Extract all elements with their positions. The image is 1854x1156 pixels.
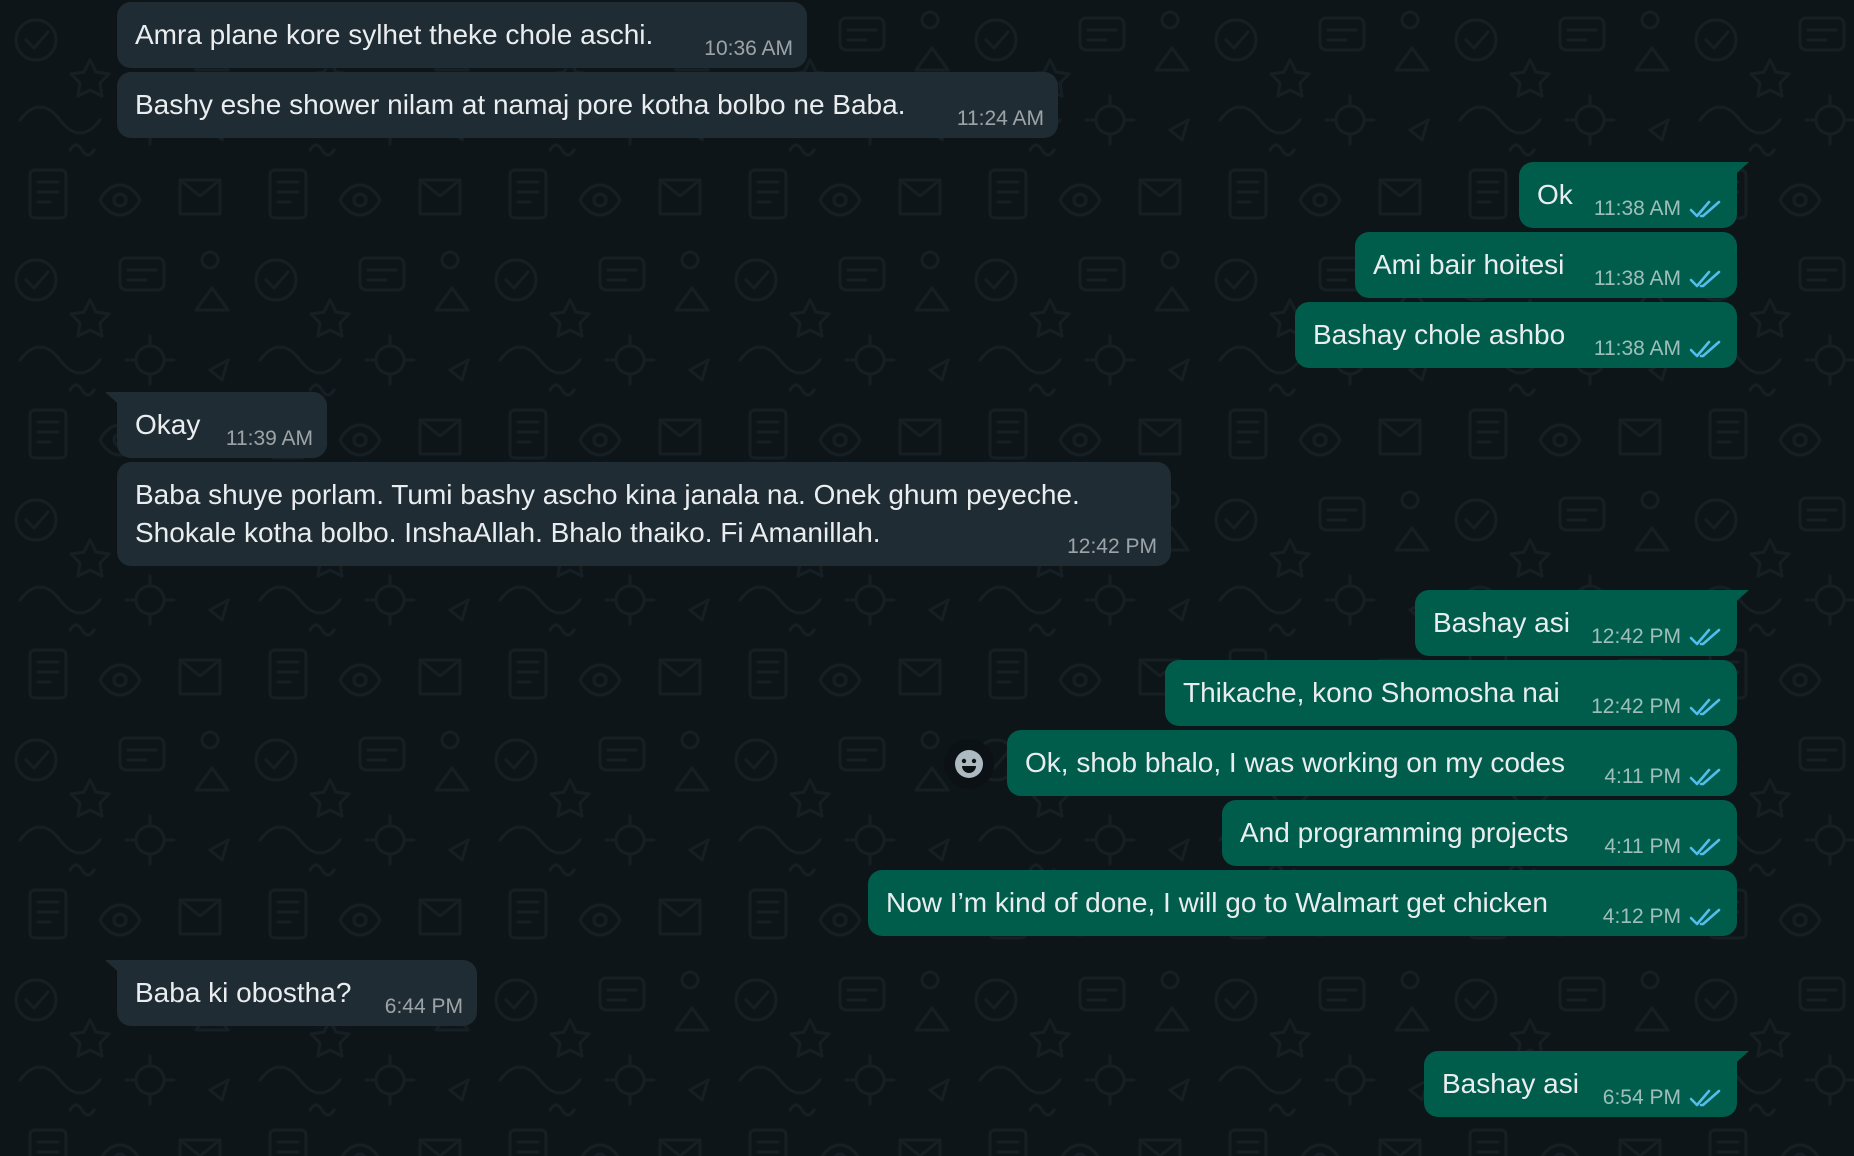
message-timestamp: 4:12 PM — [1603, 904, 1723, 930]
message-timestamp: 11:24 AM — [957, 106, 1044, 132]
bubble-tail — [1729, 162, 1749, 180]
chat-panel: Amra plane kore sylhet theke chole aschi… — [0, 0, 1854, 1156]
message-bubble-outgoing[interactable]: Ok 11:38 AM — [1519, 162, 1749, 228]
message-text: Okay — [135, 409, 201, 440]
message-time: 12:42 PM — [1591, 625, 1681, 648]
react-button[interactable] — [944, 739, 994, 789]
message-timestamp: 6:44 PM — [385, 994, 463, 1020]
message-text: Ok, shob bhalo, I was working on my code… — [1025, 747, 1566, 778]
bubble-tail — [1729, 1051, 1749, 1069]
message-time: 12:42 PM — [1591, 695, 1681, 718]
bubble-tail — [105, 392, 125, 410]
message-timestamp: 11:38 AM — [1594, 196, 1723, 222]
message-timestamp: 11:39 AM — [226, 426, 313, 452]
message-timestamp: 11:38 AM — [1594, 266, 1723, 292]
message-time: 11:38 AM — [1593, 337, 1681, 360]
message-timestamp: 10:36 AM — [704, 36, 793, 62]
message-time: 6:44 PM — [384, 995, 463, 1018]
message-time: 4:12 PM — [1602, 905, 1681, 928]
message-text: Bashay asi — [1442, 1068, 1579, 1099]
message-time: 11:24 AM — [956, 107, 1044, 130]
message-text: Thikache, kono Shomosha nai — [1183, 677, 1560, 708]
message-timestamp: 12:42 PM — [1591, 694, 1723, 720]
double-check-icon — [1689, 628, 1721, 646]
smiley-icon — [955, 750, 983, 778]
message-bubble-outgoing[interactable]: Bashay asi 6:54 PM — [1424, 1051, 1749, 1117]
double-check-icon — [1689, 270, 1721, 288]
double-check-icon — [1689, 340, 1721, 358]
message-text: Bashay chole ashbo — [1313, 319, 1566, 350]
message-bubble-outgoing[interactable]: Bashay chole ashbo 11:38 AM — [1295, 302, 1737, 368]
message-bubble-incoming[interactable]: Amra plane kore sylhet theke chole aschi… — [117, 2, 807, 68]
message-text: Baba ki obostha? — [135, 977, 352, 1008]
message-timestamp: 11:38 AM — [1594, 336, 1723, 362]
message-bubble-incoming[interactable]: Bashy eshe shower nilam at namaj pore ko… — [117, 72, 1058, 138]
message-bubble-incoming[interactable]: Baba shuye porlam. Tumi bashy ascho kina… — [117, 462, 1171, 566]
message-bubble-incoming[interactable]: Baba ki obostha? 6:44 PM — [105, 960, 477, 1026]
double-check-icon — [1689, 908, 1721, 926]
double-check-icon — [1689, 200, 1721, 218]
message-bubble-incoming[interactable]: Okay 11:39 AM — [105, 392, 327, 458]
message-text: Amra plane kore sylhet theke chole aschi… — [135, 19, 654, 50]
message-text: Ok — [1537, 179, 1573, 210]
message-bubble-outgoing[interactable]: Ami bair hoitesi 11:38 AM — [1355, 232, 1737, 298]
message-text: And programming projects — [1240, 817, 1569, 848]
message-time: 11:38 AM — [1593, 267, 1681, 290]
message-text: Ami bair hoitesi — [1373, 249, 1565, 280]
double-check-icon — [1689, 838, 1721, 856]
message-timestamp: 4:11 PM — [1604, 764, 1723, 790]
message-bubble-outgoing[interactable]: Bashay asi 12:42 PM — [1415, 590, 1749, 656]
double-check-icon — [1689, 698, 1721, 716]
message-time: 4:11 PM — [1604, 835, 1681, 858]
message-time: 11:38 AM — [1593, 197, 1681, 220]
message-bubble-outgoing[interactable]: Thikache, kono Shomosha nai 12:42 PM — [1165, 660, 1737, 726]
message-time: 11:39 AM — [225, 427, 313, 450]
message-bubble-outgoing[interactable]: Now I’m kind of done, I will go to Walma… — [868, 870, 1737, 936]
message-timestamp: 4:11 PM — [1604, 834, 1723, 860]
message-timestamp: 12:42 PM — [1067, 534, 1157, 560]
message-text-line-2: Shokale kotha bolbo. InshaAllah. Bhalo t… — [135, 517, 881, 548]
message-time: 6:54 PM — [1602, 1086, 1681, 1109]
message-bubble-outgoing[interactable]: And programming projects 4:11 PM — [1222, 800, 1737, 866]
message-time: 10:36 AM — [704, 37, 793, 60]
double-check-icon — [1689, 768, 1721, 786]
message-text: Now I’m kind of done, I will go to Walma… — [886, 887, 1548, 918]
message-bubble-outgoing[interactable]: Ok, shob bhalo, I was working on my code… — [1007, 730, 1737, 796]
bubble-tail — [105, 960, 125, 978]
message-time: 12:42 PM — [1067, 535, 1157, 558]
message-text: Bashy eshe shower nilam at namaj pore ko… — [135, 89, 906, 120]
double-check-icon — [1689, 1089, 1721, 1107]
message-timestamp: 12:42 PM — [1591, 624, 1723, 650]
bubble-tail — [1729, 590, 1749, 608]
message-text: Bashay asi — [1433, 607, 1570, 638]
message-timestamp: 6:54 PM — [1603, 1085, 1723, 1111]
message-text-line-1: Baba shuye porlam. Tumi bashy ascho kina… — [135, 479, 1080, 510]
message-time: 4:11 PM — [1604, 765, 1681, 788]
